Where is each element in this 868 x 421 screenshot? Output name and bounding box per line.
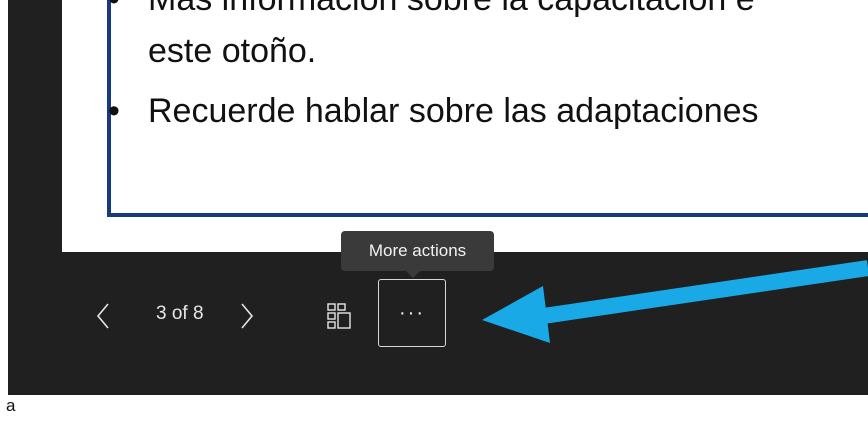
bottom-page-strip — [0, 395, 868, 421]
edge-letter: a — [6, 396, 16, 415]
arrow-annotation-icon — [482, 260, 868, 343]
